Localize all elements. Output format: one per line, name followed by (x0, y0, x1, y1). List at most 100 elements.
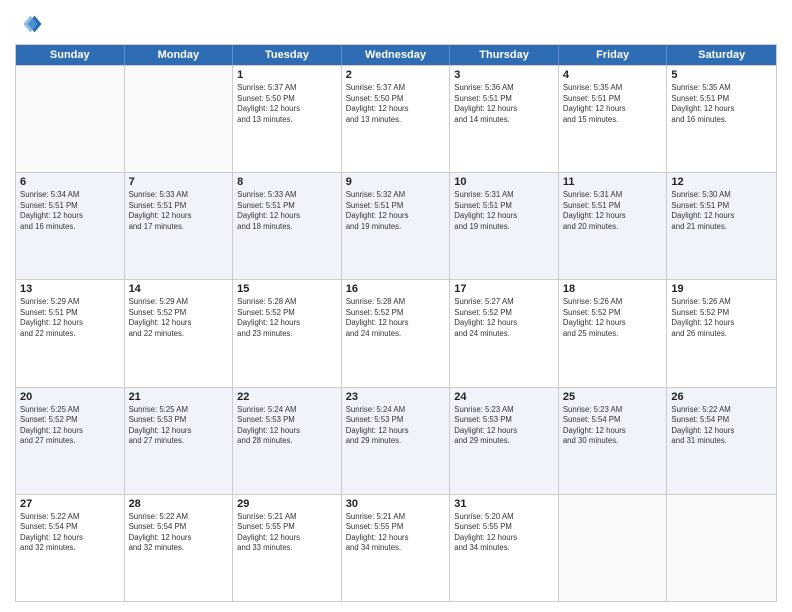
calendar-day-17: 17 Sunrise: 5:27 AM Sunset: 5:52 PM Dayli… (450, 280, 559, 386)
calendar-day-10: 10 Sunrise: 5:31 AM Sunset: 5:51 PM Dayli… (450, 173, 559, 279)
calendar-day-28: 28 Sunrise: 5:22 AM Sunset: 5:54 PM Dayli… (125, 495, 234, 601)
calendar-day-31: 31 Sunrise: 5:20 AM Sunset: 5:55 PM Dayli… (450, 495, 559, 601)
calendar-day-24: 24 Sunrise: 5:23 AM Sunset: 5:53 PM Dayli… (450, 388, 559, 494)
day-number: 10 (454, 176, 554, 188)
calendar-day-6: 6 Sunrise: 5:34 AM Sunset: 5:51 PM Daylig… (16, 173, 125, 279)
day-number: 26 (671, 391, 772, 403)
calendar-day-12: 12 Sunrise: 5:30 AM Sunset: 5:51 PM Dayli… (667, 173, 776, 279)
day-info: Sunrise: 5:28 AM Sunset: 5:52 PM Dayligh… (237, 297, 337, 339)
day-info: Sunrise: 5:26 AM Sunset: 5:52 PM Dayligh… (563, 297, 663, 339)
calendar-day-30: 30 Sunrise: 5:21 AM Sunset: 5:55 PM Dayli… (342, 495, 451, 601)
day-number: 6 (20, 176, 120, 188)
calendar-day-22: 22 Sunrise: 5:24 AM Sunset: 5:53 PM Dayli… (233, 388, 342, 494)
header (15, 10, 777, 38)
calendar-day-3: 3 Sunrise: 5:36 AM Sunset: 5:51 PM Daylig… (450, 66, 559, 172)
logo-icon (15, 10, 43, 38)
calendar-week-1: 1 Sunrise: 5:37 AM Sunset: 5:50 PM Daylig… (16, 65, 776, 172)
day-number: 11 (563, 176, 663, 188)
day-info: Sunrise: 5:20 AM Sunset: 5:55 PM Dayligh… (454, 512, 554, 554)
day-info: Sunrise: 5:23 AM Sunset: 5:53 PM Dayligh… (454, 405, 554, 447)
day-number: 21 (129, 391, 229, 403)
day-number: 25 (563, 391, 663, 403)
day-number: 28 (129, 498, 229, 510)
day-info: Sunrise: 5:26 AM Sunset: 5:52 PM Dayligh… (671, 297, 772, 339)
day-number: 16 (346, 283, 446, 295)
day-info: Sunrise: 5:37 AM Sunset: 5:50 PM Dayligh… (237, 83, 337, 125)
calendar-day-8: 8Sunrise: 5:33 AM Sunset: 5:51 PM Daylig… (233, 173, 342, 279)
day-number: 30 (346, 498, 446, 510)
calendar-day-25: 25 Sunrise: 5:23 AM Sunset: 5:54 PM Dayli… (559, 388, 668, 494)
header-day-monday: Monday (125, 45, 234, 65)
calendar-day-29: 29Sunrise: 5:21 AM Sunset: 5:55 PM Dayli… (233, 495, 342, 601)
day-info: Sunrise: 5:23 AM Sunset: 5:54 PM Dayligh… (563, 405, 663, 447)
day-info: Sunrise: 5:21 AM Sunset: 5:55 PM Dayligh… (237, 512, 337, 554)
calendar-day-16: 16 Sunrise: 5:28 AM Sunset: 5:52 PM Dayli… (342, 280, 451, 386)
day-number: 22 (237, 391, 337, 403)
calendar-day-27: 27 Sunrise: 5:22 AM Sunset: 5:54 PM Dayli… (16, 495, 125, 601)
header-day-saturday: Saturday (667, 45, 776, 65)
day-info: Sunrise: 5:36 AM Sunset: 5:51 PM Dayligh… (454, 83, 554, 125)
calendar-day-19: 19 Sunrise: 5:26 AM Sunset: 5:52 PM Dayli… (667, 280, 776, 386)
day-info: Sunrise: 5:22 AM Sunset: 5:54 PM Dayligh… (129, 512, 229, 554)
day-number: 17 (454, 283, 554, 295)
day-number: 5 (671, 69, 772, 81)
calendar-day-5: 5Sunrise: 5:35 AM Sunset: 5:51 PM Daylig… (667, 66, 776, 172)
day-number: 13 (20, 283, 120, 295)
calendar-week-3: 13 Sunrise: 5:29 AM Sunset: 5:51 PM Dayli… (16, 279, 776, 386)
page: SundayMondayTuesdayWednesdayThursdayFrid… (0, 0, 792, 612)
logo (15, 10, 45, 38)
calendar-body: 1 Sunrise: 5:37 AM Sunset: 5:50 PM Daylig… (16, 65, 776, 601)
day-info: Sunrise: 5:24 AM Sunset: 5:53 PM Dayligh… (237, 405, 337, 447)
day-number: 14 (129, 283, 229, 295)
day-info: Sunrise: 5:33 AM Sunset: 5:51 PM Dayligh… (129, 190, 229, 232)
day-number: 12 (671, 176, 772, 188)
calendar-day-4: 4Sunrise: 5:35 AM Sunset: 5:51 PM Daylig… (559, 66, 668, 172)
calendar-empty-cell (16, 66, 125, 172)
calendar-day-20: 20 Sunrise: 5:25 AM Sunset: 5:52 PM Dayli… (16, 388, 125, 494)
day-info: Sunrise: 5:25 AM Sunset: 5:52 PM Dayligh… (20, 405, 120, 447)
day-number: 27 (20, 498, 120, 510)
calendar-day-14: 14Sunrise: 5:29 AM Sunset: 5:52 PM Dayli… (125, 280, 234, 386)
day-info: Sunrise: 5:25 AM Sunset: 5:53 PM Dayligh… (129, 405, 229, 447)
calendar-empty-cell (559, 495, 668, 601)
day-info: Sunrise: 5:37 AM Sunset: 5:50 PM Dayligh… (346, 83, 446, 125)
day-info: Sunrise: 5:34 AM Sunset: 5:51 PM Dayligh… (20, 190, 120, 232)
day-number: 20 (20, 391, 120, 403)
day-info: Sunrise: 5:22 AM Sunset: 5:54 PM Dayligh… (20, 512, 120, 554)
calendar-day-23: 23 Sunrise: 5:24 AM Sunset: 5:53 PM Dayli… (342, 388, 451, 494)
day-number: 31 (454, 498, 554, 510)
day-info: Sunrise: 5:22 AM Sunset: 5:54 PM Dayligh… (671, 405, 772, 447)
day-number: 24 (454, 391, 554, 403)
day-info: Sunrise: 5:28 AM Sunset: 5:52 PM Dayligh… (346, 297, 446, 339)
calendar-day-2: 2 Sunrise: 5:37 AM Sunset: 5:50 PM Daylig… (342, 66, 451, 172)
header-day-tuesday: Tuesday (233, 45, 342, 65)
calendar-week-4: 20 Sunrise: 5:25 AM Sunset: 5:52 PM Dayli… (16, 387, 776, 494)
day-number: 1 (237, 69, 337, 81)
day-info: Sunrise: 5:33 AM Sunset: 5:51 PM Dayligh… (237, 190, 337, 232)
day-number: 3 (454, 69, 554, 81)
calendar-week-2: 6 Sunrise: 5:34 AM Sunset: 5:51 PM Daylig… (16, 172, 776, 279)
calendar-day-26: 26 Sunrise: 5:22 AM Sunset: 5:54 PM Dayli… (667, 388, 776, 494)
day-info: Sunrise: 5:27 AM Sunset: 5:52 PM Dayligh… (454, 297, 554, 339)
day-number: 9 (346, 176, 446, 188)
day-info: Sunrise: 5:21 AM Sunset: 5:55 PM Dayligh… (346, 512, 446, 554)
calendar-day-15: 15Sunrise: 5:28 AM Sunset: 5:52 PM Dayli… (233, 280, 342, 386)
calendar-empty-cell (125, 66, 234, 172)
calendar-header: SundayMondayTuesdayWednesdayThursdayFrid… (16, 45, 776, 65)
day-info: Sunrise: 5:30 AM Sunset: 5:51 PM Dayligh… (671, 190, 772, 232)
day-info: Sunrise: 5:31 AM Sunset: 5:51 PM Dayligh… (454, 190, 554, 232)
calendar: SundayMondayTuesdayWednesdayThursdayFrid… (15, 44, 777, 602)
day-info: Sunrise: 5:29 AM Sunset: 5:51 PM Dayligh… (20, 297, 120, 339)
day-info: Sunrise: 5:24 AM Sunset: 5:53 PM Dayligh… (346, 405, 446, 447)
calendar-week-5: 27 Sunrise: 5:22 AM Sunset: 5:54 PM Dayli… (16, 494, 776, 601)
header-day-thursday: Thursday (450, 45, 559, 65)
day-number: 2 (346, 69, 446, 81)
day-number: 19 (671, 283, 772, 295)
header-day-wednesday: Wednesday (342, 45, 451, 65)
day-number: 23 (346, 391, 446, 403)
calendar-day-13: 13 Sunrise: 5:29 AM Sunset: 5:51 PM Dayli… (16, 280, 125, 386)
day-info: Sunrise: 5:32 AM Sunset: 5:51 PM Dayligh… (346, 190, 446, 232)
header-day-sunday: Sunday (16, 45, 125, 65)
day-info: Sunrise: 5:35 AM Sunset: 5:51 PM Dayligh… (563, 83, 663, 125)
header-day-friday: Friday (559, 45, 668, 65)
